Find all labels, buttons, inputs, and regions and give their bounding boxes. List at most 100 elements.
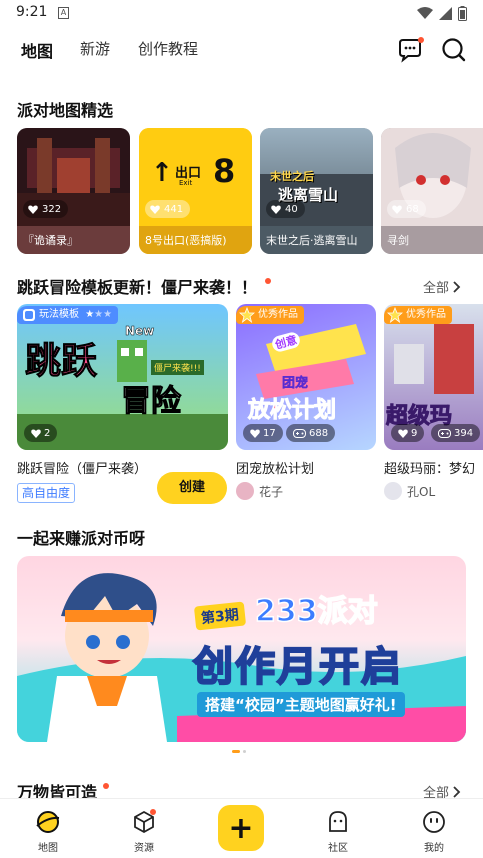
exit-sublabel: Exit	[179, 179, 193, 187]
nav-label: 资源	[134, 843, 154, 854]
heart-icon	[150, 205, 160, 214]
status-bar: 9:21 A	[0, 0, 483, 28]
search-button[interactable]	[440, 36, 468, 64]
bottom-navigation: 地图 资源 + 社区 我的	[0, 798, 483, 858]
art-big-text-1: 跳跃	[24, 341, 98, 383]
more-label: 全部	[422, 281, 449, 296]
issue-suffix: 期	[223, 607, 240, 625]
map-title: 『诡谲录』	[17, 226, 130, 254]
section-new-dot	[102, 783, 109, 789]
like-number: 9	[411, 427, 418, 439]
map-title: 寻剑	[381, 226, 483, 254]
banner-subline: 搭建“校园”主题地图赢好礼!	[197, 692, 405, 717]
signal-icon	[439, 7, 452, 20]
map-title: 8号出口(恶搞版)	[139, 226, 252, 254]
gamepad-icon	[293, 428, 306, 438]
like-count: 322	[23, 200, 69, 218]
like-number: 2	[44, 427, 51, 439]
nav-label: 社区	[328, 843, 348, 854]
badge-label: 优秀作品	[258, 309, 298, 320]
heart-icon	[250, 429, 260, 438]
like-count: 2	[24, 424, 58, 442]
author-avatar	[236, 482, 254, 500]
map-title: 末世之后·逃离雪山	[260, 226, 373, 254]
resources-unread-dot	[150, 809, 156, 815]
heart-icon	[28, 205, 38, 214]
art-mid-text: 团宠	[282, 376, 309, 392]
banner-headline-main: 创作月开启	[192, 643, 403, 691]
wifi-icon	[417, 7, 433, 19]
template-author[interactable]: 孔OL	[384, 482, 435, 500]
author-name: 花子	[259, 484, 284, 499]
status-icons	[417, 6, 467, 21]
tab-tutorials[interactable]: 创作教程	[138, 38, 198, 59]
art-big-text: 放松计划	[247, 398, 337, 424]
battery-icon	[458, 6, 467, 21]
template-author[interactable]: 花子	[236, 482, 283, 500]
author-name: 孔OL	[407, 484, 436, 499]
tab-map[interactable]: 地图	[21, 38, 54, 62]
nav-item-community[interactable]: 社区	[308, 809, 368, 854]
search-icon	[442, 38, 466, 62]
nav-item-profile[interactable]: 我的	[404, 809, 464, 854]
heart-icon	[271, 205, 281, 214]
section-title-party-maps: 派对地图精选	[17, 101, 114, 120]
like-count: 68	[387, 200, 426, 218]
tab-label: 地图	[21, 42, 54, 61]
section-title-earn: 一起来赚派对币呀	[17, 529, 146, 548]
star-icon: ★★	[94, 309, 113, 320]
nav-item-map[interactable]: 地图	[18, 809, 78, 854]
like-count: 441	[145, 200, 191, 218]
pager-dot-active	[232, 750, 240, 753]
message-unread-dot	[418, 37, 424, 43]
message-button[interactable]	[396, 36, 424, 64]
notification-icon: A	[58, 7, 69, 19]
status-time: 9:21	[16, 4, 48, 20]
template-badge: 玩法模板 ★★★	[17, 306, 119, 324]
art-new-text: New	[125, 324, 155, 339]
heart-icon	[392, 205, 402, 214]
arrow-up-icon: ↑	[151, 158, 173, 188]
tab-label: 创作教程	[138, 40, 199, 58]
map-card[interactable]: 322 『诡谲录』	[17, 128, 130, 254]
nav-item-resources[interactable]: 资源	[114, 809, 174, 854]
template-badge: 优秀作品	[236, 306, 304, 324]
template-title: 超级玛丽：梦幻	[384, 462, 476, 477]
like-number: 40	[285, 203, 298, 215]
template-tag: 高自由度	[17, 483, 76, 503]
banner-headline-top: 233派对	[254, 593, 378, 630]
top-navigation: 地图 新游 创作教程	[0, 30, 483, 70]
create-button[interactable]: 创建	[157, 472, 227, 504]
map-card[interactable]: 68 寻剑	[381, 128, 483, 254]
play-number: 688	[309, 427, 329, 439]
like-count: 17	[243, 424, 283, 442]
creation-month-banner[interactable]: 第3期 233派对 创作月开启 搭建“校园”主题地图赢好礼!	[17, 556, 466, 742]
art-big-text-2: 冒险	[121, 384, 182, 420]
exit-number: 8	[213, 152, 236, 190]
play-count: 688	[286, 424, 336, 442]
planet-icon	[36, 811, 60, 833]
chevron-right-icon	[453, 785, 461, 798]
badge-label: 玩法模板	[39, 309, 79, 320]
like-number: 322	[42, 203, 62, 215]
template-title: 团宠放松计划	[236, 462, 315, 477]
gamepad-icon	[438, 428, 451, 438]
map-card[interactable]: 末世之后 逃离雪山 40 末世之后·逃离雪山	[260, 128, 373, 254]
star-icon: ★	[85, 309, 95, 320]
template-badge: 优秀作品	[384, 306, 452, 324]
create-plus-button[interactable]: +	[218, 805, 264, 851]
thumb-text-top: 末世之后	[270, 170, 314, 183]
like-number: 68	[406, 203, 419, 215]
template-more-link[interactable]: 全部	[423, 277, 461, 296]
banner-pager	[232, 750, 246, 753]
author-avatar	[384, 482, 402, 500]
like-number: 441	[164, 203, 184, 215]
section-title-text: 跳跃冒险模板更新！僵尸来袭！！	[17, 278, 258, 297]
tab-new-games[interactable]: 新游	[80, 38, 110, 59]
pager-dot	[243, 750, 246, 753]
heart-icon	[31, 429, 41, 438]
map-card[interactable]: ↑ 出口 Exit 8 441 8号出口(恶搞版)	[139, 128, 252, 254]
star-icon	[387, 307, 403, 323]
ghost-icon	[329, 811, 347, 832]
smiley-icon	[423, 811, 445, 833]
